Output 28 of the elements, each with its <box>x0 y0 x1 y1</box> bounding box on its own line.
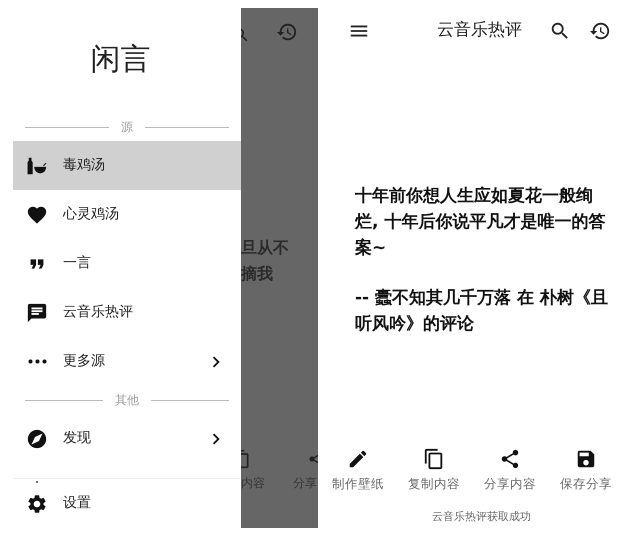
section-label: 源 <box>120 119 134 136</box>
action-button[interactable]: 复制内容 <box>396 448 472 492</box>
quote-text: 十年前你想人生应如夏花一般绚烂, 十年后你说平凡才是唯一的答案~ <box>355 185 606 260</box>
drawer-title: 闲言 <box>90 42 150 77</box>
compass-icon <box>26 428 48 450</box>
more-icon <box>28 359 46 364</box>
copy-icon <box>423 448 445 470</box>
drawer-item[interactable]: 发现 <box>13 414 241 463</box>
toast-message: 云音乐热评获取成功 <box>432 510 531 523</box>
save-icon <box>575 448 597 470</box>
app-title: 云音乐热评 <box>437 19 522 42</box>
pencil-icon <box>347 448 369 470</box>
history-icon[interactable] <box>589 20 611 42</box>
message-icon <box>26 302 48 324</box>
share-icon <box>499 448 521 470</box>
action-button[interactable]: 分享内容 <box>472 448 548 492</box>
quote-fragment: 旦从不 <box>241 237 289 259</box>
action-button[interactable]: 制作壁纸 <box>320 448 396 492</box>
drawer-item[interactable]: 心灵鸡汤 <box>13 190 241 239</box>
drawer-item[interactable]: 一言 <box>13 239 241 288</box>
settings-icon <box>26 492 48 514</box>
drawer-item[interactable]: 设置 <box>13 479 241 528</box>
quote-attribution: -- 蠹不知其几千万落 在 朴树《且听风吟》的评论 <box>355 287 609 336</box>
drawer-item[interactable]: 云音乐热评 <box>13 288 241 337</box>
section-label: 其他 <box>114 392 140 409</box>
action-button[interactable]: 保存分享 <box>548 448 624 492</box>
drawer-item[interactable]: 毒鸡汤 <box>13 141 241 190</box>
drawer-item[interactable]: 更多源 <box>13 337 241 386</box>
